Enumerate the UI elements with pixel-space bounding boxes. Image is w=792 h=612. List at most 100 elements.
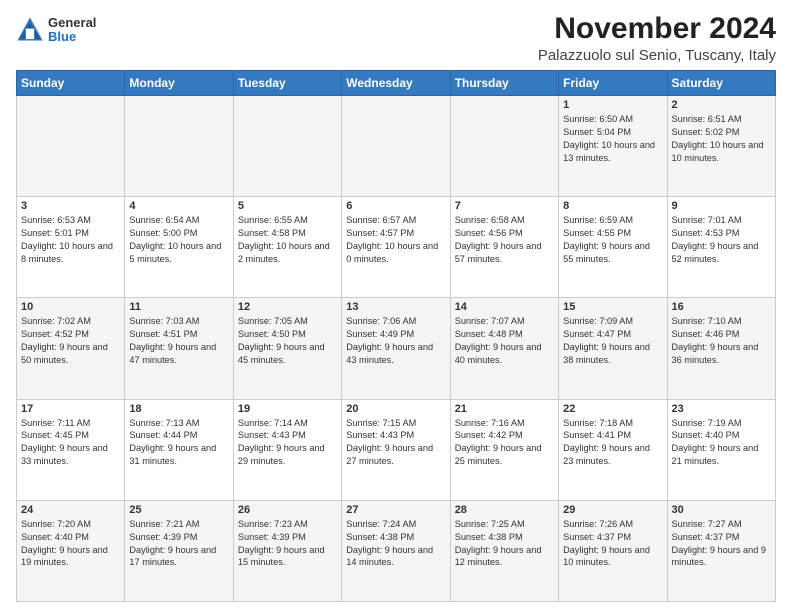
day-info: Sunrise: 6:53 AM Sunset: 5:01 PM Dayligh…: [21, 214, 120, 266]
logo-text: General Blue: [48, 16, 96, 45]
table-row: 18Sunrise: 7:13 AM Sunset: 4:44 PM Dayli…: [125, 399, 233, 500]
table-row: 24 Sunrise: 7:20 AM Sunset: 4:40 PM Dayli…: [17, 500, 125, 601]
table-row: 12 Sunrise: 7:05 AM Sunset: 4:50 PM Dayli…: [233, 298, 341, 399]
day-info: Sunrise: 7:02 AM Sunset: 4:52 PM Dayligh…: [21, 315, 120, 367]
table-row: 1 Sunrise: 6:50 AM Sunset: 5:04 PM Daylig…: [559, 96, 667, 197]
day-number: 21: [455, 403, 554, 415]
day-info: Sunrise: 7:01 AM Sunset: 4:53 PM Dayligh…: [672, 214, 771, 266]
day-number: 30: [672, 504, 771, 516]
col-monday: Monday: [125, 71, 233, 96]
day-info: Sunrise: 7:15 AM Sunset: 4:43 PM Dayligh…: [346, 417, 445, 469]
day-info: Sunrise: 7:24 AM Sunset: 4:38 PM Dayligh…: [346, 518, 445, 570]
table-row: 20 Sunrise: 7:15 AM Sunset: 4:43 PM Dayli…: [342, 399, 450, 500]
table-row: 23Sunrise: 7:19 AM Sunset: 4:40 PM Dayli…: [667, 399, 775, 500]
header: General Blue November 2024 Palazzuolo su…: [16, 12, 776, 64]
calendar-week-row: 17 Sunrise: 7:11 AM Sunset: 4:45 PM Dayli…: [17, 399, 776, 500]
day-number: 7: [455, 200, 554, 212]
table-row: 14 Sunrise: 7:07 AM Sunset: 4:48 PM Dayli…: [450, 298, 558, 399]
day-number: 18: [129, 403, 228, 415]
table-row: 5 Sunrise: 6:55 AM Sunset: 4:58 PM Daylig…: [233, 197, 341, 298]
day-number: 1: [563, 99, 662, 111]
col-saturday: Saturday: [667, 71, 775, 96]
day-number: 14: [455, 301, 554, 313]
day-info: Sunrise: 6:57 AM Sunset: 4:57 PM Dayligh…: [346, 214, 445, 266]
day-info: Sunrise: 7:25 AM Sunset: 4:38 PM Dayligh…: [455, 518, 554, 570]
day-info: Sunrise: 7:26 AM Sunset: 4:37 PM Dayligh…: [563, 518, 662, 570]
table-row: 3 Sunrise: 6:53 AM Sunset: 5:01 PM Daylig…: [17, 197, 125, 298]
day-number: 26: [238, 504, 337, 516]
calendar-week-row: 24 Sunrise: 7:20 AM Sunset: 4:40 PM Dayli…: [17, 500, 776, 601]
day-number: 9: [672, 200, 771, 212]
day-number: 15: [563, 301, 662, 313]
day-info: Sunrise: 7:10 AM Sunset: 4:46 PM Dayligh…: [672, 315, 771, 367]
day-info: Sunrise: 6:50 AM Sunset: 5:04 PM Dayligh…: [563, 113, 662, 165]
logo: General Blue: [16, 16, 96, 45]
day-number: 5: [238, 200, 337, 212]
day-info: Sunrise: 6:59 AM Sunset: 4:55 PM Dayligh…: [563, 214, 662, 266]
day-number: 22: [563, 403, 662, 415]
day-info: Sunrise: 6:55 AM Sunset: 4:58 PM Dayligh…: [238, 214, 337, 266]
table-row: 29 Sunrise: 7:26 AM Sunset: 4:37 PM Dayli…: [559, 500, 667, 601]
table-row: 2Sunrise: 6:51 AM Sunset: 5:02 PM Daylig…: [667, 96, 775, 197]
table-row: 21Sunrise: 7:16 AM Sunset: 4:42 PM Dayli…: [450, 399, 558, 500]
day-info: Sunrise: 7:19 AM Sunset: 4:40 PM Dayligh…: [672, 417, 771, 469]
day-info: Sunrise: 7:03 AM Sunset: 4:51 PM Dayligh…: [129, 315, 228, 367]
day-number: 20: [346, 403, 445, 415]
table-row: 17 Sunrise: 7:11 AM Sunset: 4:45 PM Dayli…: [17, 399, 125, 500]
table-row: 27 Sunrise: 7:24 AM Sunset: 4:38 PM Dayli…: [342, 500, 450, 601]
table-row: 26 Sunrise: 7:23 AM Sunset: 4:39 PM Dayli…: [233, 500, 341, 601]
table-row: 15 Sunrise: 7:09 AM Sunset: 4:47 PM Dayli…: [559, 298, 667, 399]
day-number: 12: [238, 301, 337, 313]
table-row: 10 Sunrise: 7:02 AM Sunset: 4:52 PM Dayli…: [17, 298, 125, 399]
calendar-header-row: Sunday Monday Tuesday Wednesday Thursday…: [17, 71, 776, 96]
day-info: Sunrise: 7:11 AM Sunset: 4:45 PM Dayligh…: [21, 417, 120, 469]
table-row: 6 Sunrise: 6:57 AM Sunset: 4:57 PM Daylig…: [342, 197, 450, 298]
day-info: Sunrise: 7:18 AM Sunset: 4:41 PM Dayligh…: [563, 417, 662, 469]
logo-icon: [16, 16, 44, 44]
location-title: Palazzuolo sul Senio, Tuscany, Italy: [538, 47, 776, 64]
table-row: 8 Sunrise: 6:59 AM Sunset: 4:55 PM Daylig…: [559, 197, 667, 298]
col-sunday: Sunday: [17, 71, 125, 96]
day-number: 16: [672, 301, 771, 313]
table-row: 11 Sunrise: 7:03 AM Sunset: 4:51 PM Dayli…: [125, 298, 233, 399]
day-number: 10: [21, 301, 120, 313]
table-row: 4 Sunrise: 6:54 AM Sunset: 5:00 PM Daylig…: [125, 197, 233, 298]
day-info: Sunrise: 7:21 AM Sunset: 4:39 PM Dayligh…: [129, 518, 228, 570]
table-row: 19 Sunrise: 7:14 AM Sunset: 4:43 PM Dayli…: [233, 399, 341, 500]
table-row: 22 Sunrise: 7:18 AM Sunset: 4:41 PM Dayli…: [559, 399, 667, 500]
table-row: [125, 96, 233, 197]
calendar-week-row: 3 Sunrise: 6:53 AM Sunset: 5:01 PM Daylig…: [17, 197, 776, 298]
table-row: 25Sunrise: 7:21 AM Sunset: 4:39 PM Dayli…: [125, 500, 233, 601]
day-number: 4: [129, 200, 228, 212]
day-info: Sunrise: 7:27 AM Sunset: 4:37 PM Dayligh…: [672, 518, 771, 570]
day-info: Sunrise: 7:05 AM Sunset: 4:50 PM Dayligh…: [238, 315, 337, 367]
day-number: 11: [129, 301, 228, 313]
day-info: Sunrise: 7:20 AM Sunset: 4:40 PM Dayligh…: [21, 518, 120, 570]
day-info: Sunrise: 6:54 AM Sunset: 5:00 PM Dayligh…: [129, 214, 228, 266]
table-row: 16 Sunrise: 7:10 AM Sunset: 4:46 PM Dayli…: [667, 298, 775, 399]
day-info: Sunrise: 7:14 AM Sunset: 4:43 PM Dayligh…: [238, 417, 337, 469]
day-number: 28: [455, 504, 554, 516]
day-number: 27: [346, 504, 445, 516]
day-number: 6: [346, 200, 445, 212]
day-info: Sunrise: 7:07 AM Sunset: 4:48 PM Dayligh…: [455, 315, 554, 367]
col-tuesday: Tuesday: [233, 71, 341, 96]
day-number: 19: [238, 403, 337, 415]
day-number: 17: [21, 403, 120, 415]
table-row: [450, 96, 558, 197]
day-info: Sunrise: 7:23 AM Sunset: 4:39 PM Dayligh…: [238, 518, 337, 570]
day-number: 2: [672, 99, 771, 111]
table-row: 13Sunrise: 7:06 AM Sunset: 4:49 PM Dayli…: [342, 298, 450, 399]
table-row: [17, 96, 125, 197]
col-wednesday: Wednesday: [342, 71, 450, 96]
day-number: 8: [563, 200, 662, 212]
title-block: November 2024 Palazzuolo sul Senio, Tusc…: [538, 12, 776, 64]
day-number: 29: [563, 504, 662, 516]
calendar-week-row: 10 Sunrise: 7:02 AM Sunset: 4:52 PM Dayli…: [17, 298, 776, 399]
month-title: November 2024: [538, 12, 776, 45]
day-number: 3: [21, 200, 120, 212]
day-number: 24: [21, 504, 120, 516]
calendar: Sunday Monday Tuesday Wednesday Thursday…: [16, 70, 776, 602]
table-row: 9 Sunrise: 7:01 AM Sunset: 4:53 PM Daylig…: [667, 197, 775, 298]
day-info: Sunrise: 7:09 AM Sunset: 4:47 PM Dayligh…: [563, 315, 662, 367]
